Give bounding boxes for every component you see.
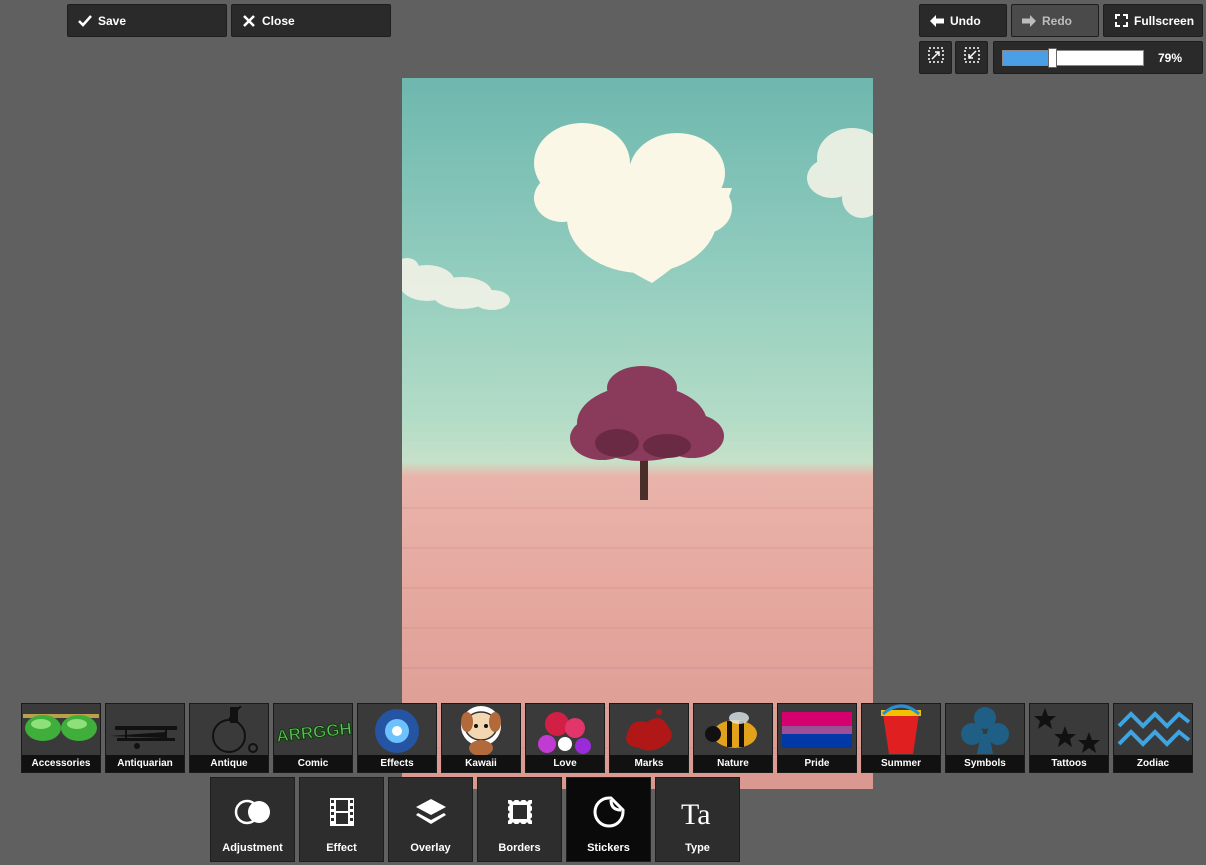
sparkle-burst-icon — [358, 704, 436, 756]
zoom-slider[interactable] — [1002, 48, 1144, 68]
biplane-icon — [106, 704, 184, 756]
fullscreen-label: Fullscreen — [1134, 13, 1195, 28]
sticker-category-label: Love — [526, 755, 604, 772]
tab-type[interactable]: Ta Type — [655, 777, 740, 862]
zoom-slider-fill — [1003, 51, 1052, 65]
pride-flag-icon — [778, 704, 856, 756]
sticker-category-symbols[interactable]: Symbols — [945, 703, 1025, 773]
svg-text:Ta: Ta — [681, 798, 711, 828]
sticker-category-label: Kawaii — [442, 755, 520, 772]
tab-label: Borders — [498, 842, 541, 854]
tab-label: Type — [685, 842, 710, 854]
zoom-percentage: 79% — [1157, 51, 1182, 65]
sticker-category-label: Tattoos — [1030, 755, 1108, 772]
bucket-icon — [862, 704, 940, 756]
sticker-category-label: Symbols — [946, 755, 1024, 772]
checkmark-icon — [78, 14, 92, 28]
sticker-category-label: Effects — [358, 755, 436, 772]
aquarius-icon — [1114, 704, 1192, 756]
tab-label: Stickers — [587, 842, 630, 854]
club-icon — [946, 704, 1024, 756]
sticker-category-label: Pride — [778, 755, 856, 772]
zoom-control: 79% — [993, 41, 1203, 74]
sticker-category-accessories[interactable]: Accessories — [21, 703, 101, 773]
tab-label: Adjustment — [222, 842, 283, 854]
sticker-category-tattoos[interactable]: Tattoos — [1029, 703, 1109, 773]
svg-text:ARRGGH!: ARRGGH! — [275, 718, 352, 745]
tab-stickers[interactable]: Stickers — [566, 777, 651, 862]
expand-icon — [927, 47, 944, 68]
blood-splat-icon — [610, 704, 688, 756]
sticker-category-label: Accessories — [22, 755, 100, 772]
arrow-left-icon — [930, 14, 944, 28]
sticker-category-comic[interactable]: ARRGGH! Comic — [273, 703, 353, 773]
sticker-category-summer[interactable]: Summer — [861, 703, 941, 773]
tab-borders[interactable]: Borders — [477, 777, 562, 862]
tab-label: Overlay — [410, 842, 451, 854]
close-button[interactable]: Close — [231, 4, 391, 37]
sticker-category-label: Summer — [862, 755, 940, 772]
sticker-icon — [567, 796, 650, 828]
shrink-icon — [963, 47, 980, 68]
sticker-category-zodiac[interactable]: Zodiac — [1113, 703, 1193, 773]
adjustment-icon — [211, 796, 294, 828]
sticker-category-label: Antique — [190, 755, 268, 772]
heart-cloud — [534, 123, 732, 283]
comic-text-icon: ARRGGH! — [274, 704, 352, 756]
flowers-icon — [526, 704, 604, 756]
tool-tabs: Adjustment Effect Overlay Borders Sticke… — [210, 777, 740, 862]
sticker-category-label: Nature — [694, 755, 772, 772]
sticker-category-label: Comic — [274, 755, 352, 772]
sticker-category-strip: Accessories Antiquarian Antique ARRGGH! … — [21, 703, 1193, 773]
zoom-actual-size-button[interactable] — [955, 41, 988, 74]
close-icon — [242, 14, 256, 28]
fullscreen-button[interactable]: Fullscreen — [1103, 4, 1203, 37]
type-icon: Ta — [656, 796, 739, 828]
fullscreen-icon — [1114, 14, 1128, 28]
bee-icon — [694, 704, 772, 756]
sticker-category-antiquarian[interactable]: Antiquarian — [105, 703, 185, 773]
stars-icon — [1030, 704, 1108, 756]
sticker-category-pride[interactable]: Pride — [777, 703, 857, 773]
save-button[interactable]: Save — [67, 4, 227, 37]
sticker-category-love[interactable]: Love — [525, 703, 605, 773]
tab-overlay[interactable]: Overlay — [388, 777, 473, 862]
sticker-category-label: Marks — [610, 755, 688, 772]
tab-effect[interactable]: Effect — [299, 777, 384, 862]
arrow-right-icon — [1022, 14, 1036, 28]
layers-icon — [389, 796, 472, 828]
sticker-category-antique[interactable]: Antique — [189, 703, 269, 773]
tab-adjustment[interactable]: Adjustment — [210, 777, 295, 862]
sticker-category-nature[interactable]: Nature — [693, 703, 773, 773]
redo-label: Redo — [1042, 13, 1072, 28]
zoom-slider-handle[interactable] — [1048, 48, 1057, 68]
close-label: Close — [262, 13, 295, 28]
redo-button[interactable]: Redo — [1011, 4, 1099, 37]
cute-puppy-icon — [442, 704, 520, 756]
sunglasses-icon — [22, 704, 100, 756]
sticker-category-label: Antiquarian — [106, 755, 184, 772]
frame-icon — [478, 796, 561, 828]
undo-button[interactable]: Undo — [919, 4, 1007, 37]
sticker-category-kawaii[interactable]: Kawaii — [441, 703, 521, 773]
sticker-category-label: Zodiac — [1114, 755, 1192, 772]
save-label: Save — [98, 13, 127, 28]
undo-label: Undo — [950, 13, 981, 28]
penny-farthing-icon — [190, 704, 268, 756]
zoom-fit-button[interactable] — [919, 41, 952, 74]
photo-canvas[interactable] — [402, 78, 873, 789]
sticker-category-effects[interactable]: Effects — [357, 703, 437, 773]
film-icon — [300, 796, 383, 828]
tab-label: Effect — [326, 842, 357, 854]
sticker-category-marks[interactable]: Marks — [609, 703, 689, 773]
